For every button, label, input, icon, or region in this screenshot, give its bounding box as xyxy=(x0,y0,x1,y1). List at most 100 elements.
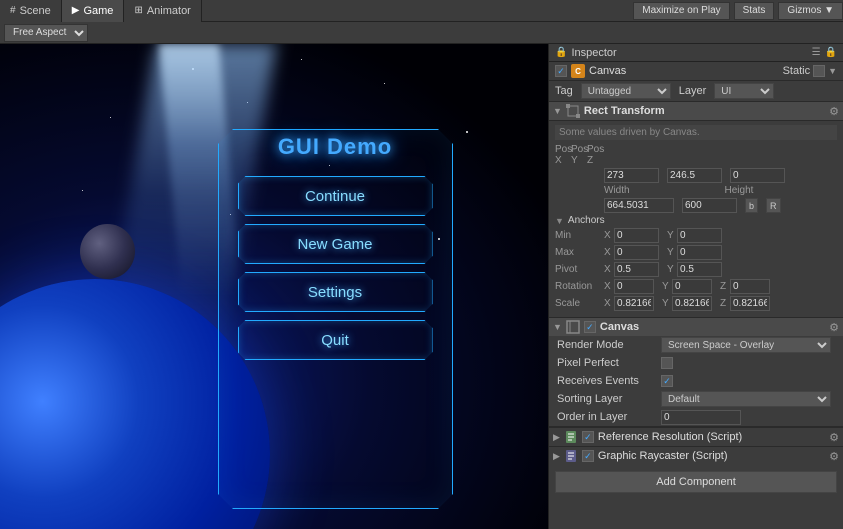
tab-animator[interactable]: ⊞ Animator xyxy=(124,0,201,22)
pos-x-input[interactable] xyxy=(604,168,659,183)
inspector-panel: 🔒 Inspector ☰ 🔒 C Canvas Static ▼ Tag Un… xyxy=(548,44,843,529)
new-game-button[interactable]: New Game xyxy=(238,224,433,264)
canvas-object-label: Canvas xyxy=(589,65,779,77)
rot-x-input[interactable] xyxy=(614,279,654,294)
max-x-input[interactable] xyxy=(614,245,659,260)
graphic-raycaster-gear-icon[interactable]: ⚙ xyxy=(829,450,839,463)
rot-y-input[interactable] xyxy=(672,279,712,294)
pixel-perfect-checkbox[interactable] xyxy=(661,357,673,369)
quit-button[interactable]: Quit xyxy=(238,320,433,360)
receives-events-row: Receives Events xyxy=(549,372,843,390)
settings-button[interactable]: Settings xyxy=(238,272,433,312)
static-label: Static xyxy=(783,65,811,77)
pixel-perfect-label: Pixel Perfect xyxy=(557,357,657,369)
scale-x-input[interactable] xyxy=(614,296,654,311)
ref-res-enabled[interactable] xyxy=(582,431,594,443)
height-input[interactable] xyxy=(682,198,737,213)
layer-select[interactable]: UI xyxy=(714,83,774,99)
pos-x-input-item xyxy=(604,168,659,183)
pos-y-input[interactable] xyxy=(667,168,722,183)
pos-z-input[interactable] xyxy=(730,168,785,183)
canvas-component-enabled[interactable] xyxy=(584,321,596,333)
static-dropdown-icon[interactable]: ▼ xyxy=(828,66,837,76)
graphic-raycaster-script-icon xyxy=(564,449,578,463)
sorting-layer-select[interactable]: Default xyxy=(661,391,831,407)
game-toolbar: Free Aspect xyxy=(0,22,843,44)
wh-value-group: b R xyxy=(604,198,837,213)
pivot-x-input[interactable] xyxy=(614,262,659,277)
scale-row: Scale X Y Z xyxy=(555,296,837,311)
rect-transform-header[interactable]: ▼ Rect Transform ⚙ xyxy=(549,102,843,121)
height-input-item xyxy=(682,198,737,213)
add-component-button[interactable]: Add Component xyxy=(555,471,837,493)
continue-button[interactable]: Continue xyxy=(238,176,433,216)
add-component-row: Add Component xyxy=(549,465,843,499)
rect-transform-content: Some values driven by Canvas. Pos X Pos … xyxy=(549,121,843,318)
gui-panel: GUI Demo Continue New Game Settings Quit xyxy=(225,134,445,360)
pivot-x-axis: X xyxy=(604,264,612,275)
gizmos-button[interactable]: Gizmos ▼ xyxy=(778,2,843,20)
width-label-item: Width xyxy=(604,185,717,196)
scale-y-item: Y xyxy=(662,296,712,311)
tab-game[interactable]: ▶ Game xyxy=(62,0,125,22)
scale-x-axis: X xyxy=(604,298,612,309)
canvas-component-gear-icon[interactable]: ⚙ xyxy=(829,321,839,334)
receives-events-checkbox[interactable] xyxy=(661,375,673,387)
maximize-on-play-button[interactable]: Maximize on Play xyxy=(633,2,729,20)
tab-game-label: Game xyxy=(83,5,113,17)
pivot-y-input[interactable] xyxy=(677,262,722,277)
rect-transform-title: Rect Transform xyxy=(584,105,825,117)
inspector-header: 🔒 Inspector ☰ 🔒 xyxy=(549,44,843,62)
inspector-lock-btn[interactable]: 🔒 xyxy=(825,47,837,58)
pos-value-group xyxy=(604,168,837,183)
reference-resolution-row[interactable]: ▶ Reference Resolution (Script) ⚙ xyxy=(549,427,843,446)
height-label: Height xyxy=(725,185,733,196)
min-y-axis: Y xyxy=(667,230,675,241)
scale-z-input[interactable] xyxy=(730,296,770,311)
render-mode-row: Render Mode Screen Space - Overlay xyxy=(549,336,843,354)
canvas-component-title: Canvas xyxy=(600,321,825,333)
canvas-component-section: ▼ Canvas ⚙ Render Mode Screen Space - Ov… xyxy=(549,318,843,427)
canvas-object-row: C Canvas Static ▼ xyxy=(549,62,843,81)
rotation-row: Rotation X Y Z xyxy=(555,279,837,294)
tag-select[interactable]: Untagged xyxy=(581,83,671,99)
max-x-item: X xyxy=(604,245,659,260)
ref-res-arrow: ▶ xyxy=(553,432,560,443)
tab-scene[interactable]: # Scene xyxy=(0,0,62,22)
b-button[interactable]: b xyxy=(745,198,758,213)
r-button[interactable]: R xyxy=(766,198,781,213)
order-in-layer-label: Order in Layer xyxy=(557,411,657,423)
canvas-component-header[interactable]: ▼ Canvas ⚙ xyxy=(549,318,843,336)
static-checkbox-group: Static ▼ xyxy=(783,65,837,77)
max-label: Max xyxy=(555,247,600,258)
min-x-input[interactable] xyxy=(614,228,659,243)
scale-y-input[interactable] xyxy=(672,296,712,311)
min-y-input[interactable] xyxy=(677,228,722,243)
sorting-layer-label: Sorting Layer xyxy=(557,393,657,405)
inspector-lock-icon: 🔒 xyxy=(555,47,567,58)
static-checkbox[interactable] xyxy=(813,65,825,77)
rect-transform-arrow: ▼ xyxy=(553,106,562,116)
ref-res-gear-icon[interactable]: ⚙ xyxy=(829,431,839,444)
planet-small xyxy=(80,224,135,279)
rot-z-axis: Z xyxy=(720,281,728,292)
rect-transform-gear-icon[interactable]: ⚙ xyxy=(829,105,839,118)
render-mode-select[interactable]: Screen Space - Overlay xyxy=(661,337,831,353)
scale-x-item: X xyxy=(604,296,654,311)
graphic-raycaster-row[interactable]: ▶ Graphic Raycaster (Script) ⚙ xyxy=(549,446,843,465)
canvas-enabled-checkbox[interactable] xyxy=(555,65,567,77)
anchors-max-row: Max X Y xyxy=(555,245,837,260)
position-values-row xyxy=(555,168,837,183)
scale-fields: X Y Z xyxy=(604,296,837,311)
anchors-collapse-icon: ▼ xyxy=(555,216,564,226)
graphic-raycaster-enabled[interactable] xyxy=(582,450,594,462)
order-in-layer-input[interactable] xyxy=(661,410,741,425)
pos-x-label: Pos X xyxy=(555,144,563,166)
stats-button[interactable]: Stats xyxy=(734,2,775,20)
aspect-select[interactable]: Free Aspect xyxy=(4,24,88,42)
inspector-menu-icon[interactable]: ☰ xyxy=(812,47,821,58)
rot-x-axis: X xyxy=(604,281,612,292)
width-input[interactable] xyxy=(604,198,674,213)
rot-z-input[interactable] xyxy=(730,279,770,294)
max-y-input[interactable] xyxy=(677,245,722,260)
